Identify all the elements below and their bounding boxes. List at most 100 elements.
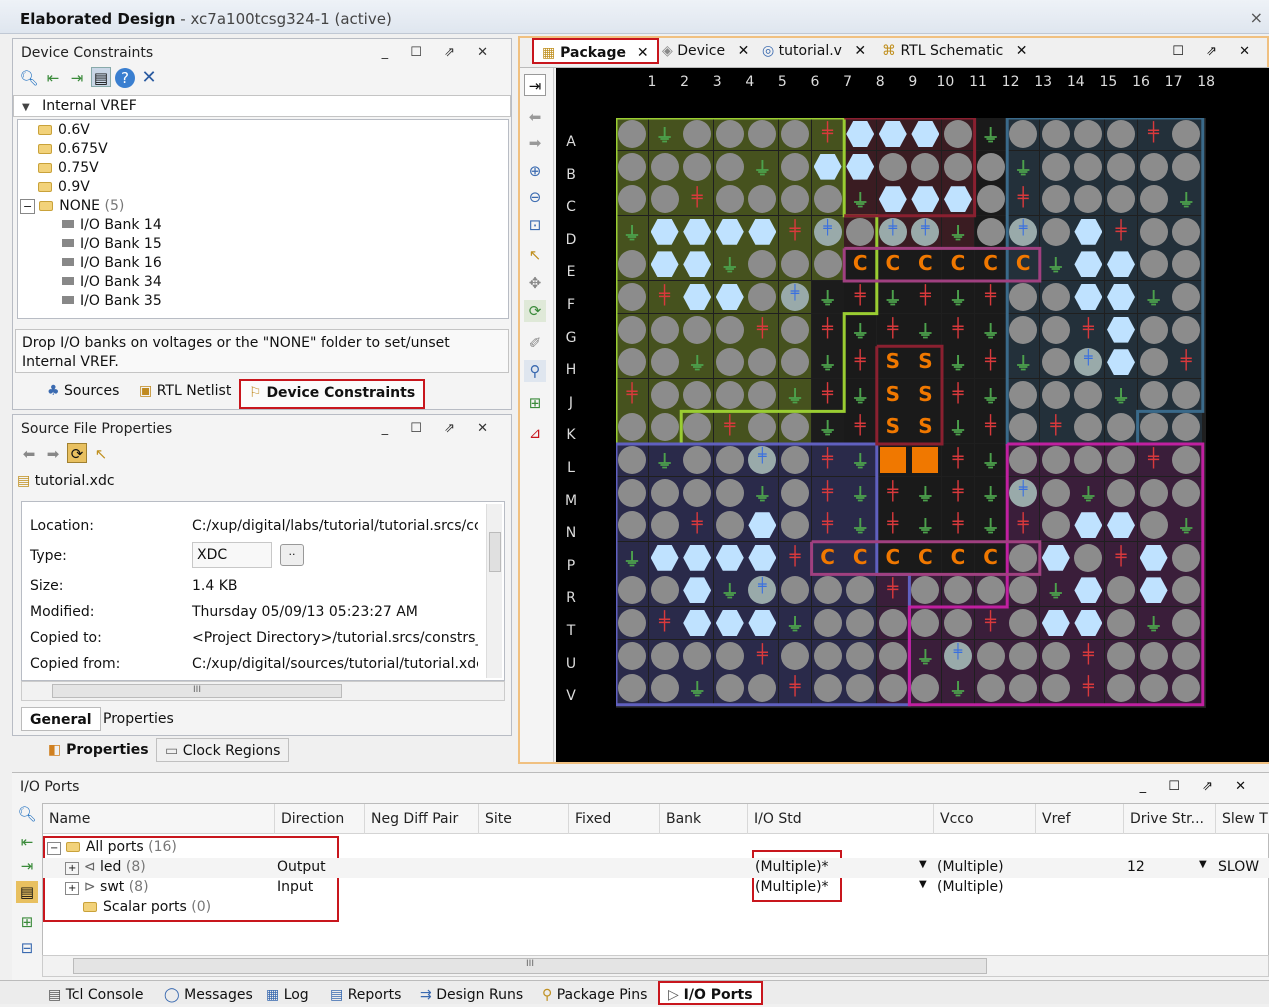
package-pin[interactable]: S bbox=[876, 378, 909, 411]
package-pin[interactable] bbox=[942, 183, 974, 216]
package-pin[interactable]: ╪ bbox=[876, 574, 909, 607]
package-pin[interactable] bbox=[1170, 672, 1203, 705]
close-icon[interactable]: × bbox=[1250, 8, 1263, 27]
package-pin[interactable]: ⏚ bbox=[811, 281, 844, 313]
package-pin[interactable] bbox=[648, 313, 681, 346]
package-pin[interactable] bbox=[746, 378, 779, 411]
panel-window-buttons[interactable]: ☐ ⇗ ✕ bbox=[1172, 44, 1259, 59]
package-pin[interactable] bbox=[1039, 444, 1072, 476]
package-pin[interactable]: ⏚ bbox=[844, 444, 877, 476]
tree-item[interactable]: 0.75V bbox=[38, 160, 99, 179]
package-pin[interactable] bbox=[1072, 444, 1105, 476]
package-pin[interactable]: ╪ bbox=[811, 313, 844, 346]
package-pin[interactable]: ⏚ bbox=[713, 574, 746, 607]
tab-log[interactable]: ▦ Log bbox=[258, 983, 317, 1007]
package-pin[interactable] bbox=[616, 444, 648, 476]
search-icon[interactable]: 🔍︎ bbox=[16, 803, 38, 825]
package-pin[interactable] bbox=[844, 672, 877, 705]
package-pin[interactable]: ⏚ bbox=[1137, 607, 1170, 639]
package-pin[interactable]: ⏚ bbox=[779, 607, 811, 639]
column-header[interactable]: Vcco bbox=[934, 804, 1036, 834]
package-pin[interactable]: ╪ bbox=[1170, 346, 1203, 379]
package-pin[interactable] bbox=[1039, 150, 1072, 183]
package-pin[interactable] bbox=[713, 118, 746, 150]
package-pin[interactable] bbox=[1072, 281, 1105, 313]
tree-item-bank[interactable]: I/O Bank 35 bbox=[62, 293, 162, 312]
column-header[interactable]: Fixed bbox=[569, 804, 660, 834]
package-pin[interactable] bbox=[1072, 248, 1105, 281]
package-pin[interactable] bbox=[1170, 150, 1203, 183]
column-header[interactable]: Neg Diff Pair bbox=[365, 804, 479, 834]
package-pin[interactable]: ╪ bbox=[1137, 444, 1170, 476]
package-pin[interactable] bbox=[909, 444, 942, 476]
package-pin[interactable] bbox=[1137, 411, 1170, 444]
dropdown-icon[interactable]: ▼ bbox=[1199, 859, 1207, 870]
package-pin[interactable] bbox=[1170, 281, 1203, 313]
package-pin[interactable] bbox=[844, 574, 877, 607]
package-pin[interactable]: ⏚ bbox=[909, 639, 942, 672]
package-pin[interactable]: ⏚ bbox=[909, 509, 942, 542]
package-pin[interactable] bbox=[1007, 444, 1040, 476]
type-field[interactable]: XDC bbox=[192, 542, 272, 568]
tree-item-none[interactable]: − NONE (5) bbox=[20, 198, 124, 217]
package-pin[interactable] bbox=[1105, 444, 1137, 476]
refresh-icon[interactable]: ⟳ bbox=[67, 443, 87, 463]
package-pin[interactable] bbox=[942, 150, 974, 183]
package-pin[interactable] bbox=[1105, 118, 1137, 150]
package-pin[interactable]: ⏚ bbox=[648, 444, 681, 476]
package-pin[interactable]: C bbox=[974, 248, 1007, 281]
expand-icon[interactable]: + bbox=[65, 882, 80, 895]
tab-sources[interactable]: ♣ Sources bbox=[39, 379, 127, 403]
package-pin[interactable]: ╪ bbox=[779, 541, 811, 574]
package-pin[interactable]: ⏚ bbox=[811, 411, 844, 444]
package-pin[interactable] bbox=[681, 411, 714, 444]
column-header[interactable]: Slew T bbox=[1216, 804, 1269, 834]
package-pin[interactable] bbox=[746, 215, 779, 248]
package-pin[interactable]: ╪ bbox=[746, 639, 779, 672]
tree-item-bank[interactable]: I/O Bank 15 bbox=[62, 236, 162, 255]
package-pin[interactable] bbox=[909, 672, 942, 705]
pin-planner-icon[interactable]: ⊞ bbox=[524, 392, 546, 414]
package-pin[interactable]: ⏚ bbox=[844, 509, 877, 542]
package-pin[interactable] bbox=[746, 411, 779, 444]
package-pin[interactable] bbox=[876, 607, 909, 639]
package-pin[interactable] bbox=[909, 607, 942, 639]
package-pin[interactable] bbox=[681, 607, 714, 639]
package-pin[interactable] bbox=[1039, 541, 1072, 574]
package-pin[interactable] bbox=[1039, 476, 1072, 509]
package-pin[interactable] bbox=[1137, 574, 1170, 607]
package-pin[interactable] bbox=[1039, 509, 1072, 542]
package-pin[interactable]: ⏚ bbox=[1170, 183, 1203, 216]
package-pin[interactable]: ╪ bbox=[811, 215, 844, 248]
package-pin[interactable]: ╪ bbox=[942, 378, 974, 411]
package-pin[interactable] bbox=[648, 183, 681, 216]
tab-properties[interactable]: ◧ Properties bbox=[40, 738, 157, 762]
package-pin[interactable] bbox=[1072, 411, 1105, 444]
tab-messages[interactable]: ◯ Messages bbox=[156, 983, 261, 1007]
package-pin[interactable] bbox=[779, 444, 811, 476]
package-pin[interactable] bbox=[746, 346, 779, 379]
package-pin[interactable]: ╪ bbox=[909, 215, 942, 248]
package-pin[interactable] bbox=[681, 118, 714, 150]
package-pin[interactable]: ╪ bbox=[942, 444, 974, 476]
collapse-icon[interactable]: − bbox=[20, 199, 36, 214]
zoom-out-icon[interactable]: ⊖ bbox=[524, 186, 546, 208]
package-pin[interactable] bbox=[746, 281, 779, 313]
package-pin[interactable]: ╪ bbox=[1072, 639, 1105, 672]
package-pin[interactable] bbox=[746, 672, 779, 705]
package-pin[interactable] bbox=[1170, 444, 1203, 476]
tab-clock-regions[interactable]: ▭ Clock Regions bbox=[156, 738, 290, 762]
close-icon[interactable]: ✕ bbox=[738, 43, 750, 59]
package-pin[interactable] bbox=[713, 476, 746, 509]
package-pin[interactable]: ╪ bbox=[876, 476, 909, 509]
probe-icon[interactable]: ⚲ bbox=[524, 360, 546, 382]
package-pin[interactable]: S bbox=[876, 346, 909, 379]
package-pin[interactable] bbox=[844, 118, 877, 150]
package-pin[interactable]: ╪ bbox=[811, 509, 844, 542]
package-pin[interactable] bbox=[811, 248, 844, 281]
package-pin[interactable] bbox=[1105, 150, 1137, 183]
panel-window-buttons[interactable]: _ ☐ ⇗ ✕ bbox=[382, 45, 497, 60]
package-pin[interactable]: ╪ bbox=[876, 509, 909, 542]
package-pin[interactable]: C bbox=[876, 541, 909, 574]
package-pin[interactable] bbox=[1039, 639, 1072, 672]
